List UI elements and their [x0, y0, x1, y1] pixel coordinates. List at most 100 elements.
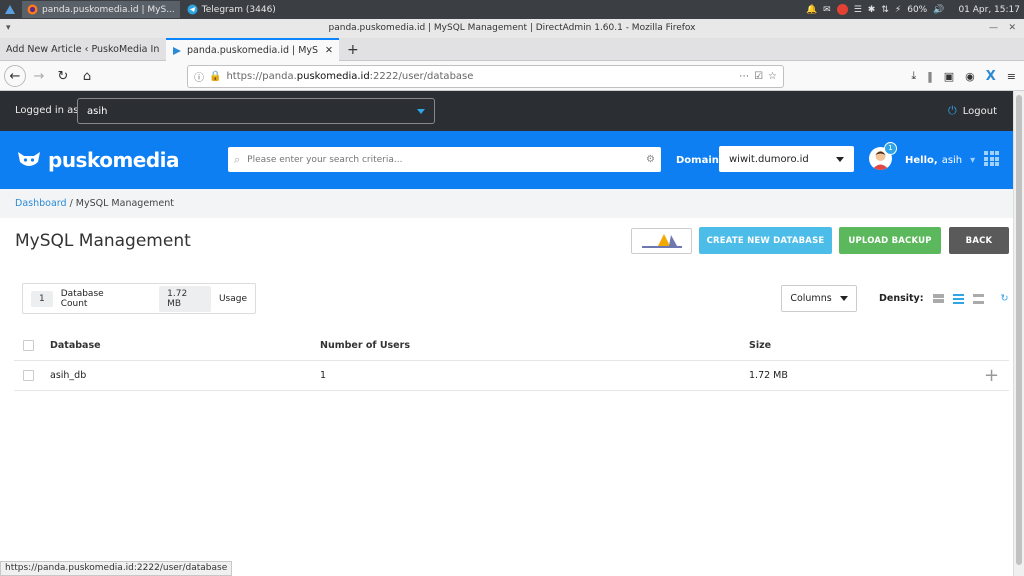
row-checkbox[interactable]: [23, 370, 34, 381]
bell-icon[interactable]: 🔔: [806, 5, 817, 15]
back-button[interactable]: BACK: [949, 227, 1009, 254]
database-count-label: Database Count: [60, 288, 104, 309]
database-count-value: 1: [31, 290, 53, 307]
logged-in-label: Logged in as: [15, 105, 79, 116]
taskbar-firefox[interactable]: panda.puskomedia.id | MyS...: [22, 1, 180, 18]
taskbar-clock[interactable]: 01 Apr, 15:17: [958, 5, 1020, 15]
logout-label: Logout: [962, 105, 997, 117]
window-titlebar: ▾ panda.puskomedia.id | MySQL Management…: [0, 19, 1024, 38]
reload-icon[interactable]: ↻: [52, 65, 74, 87]
home-icon[interactable]: ⌂: [76, 65, 98, 87]
tab-mysql-management[interactable]: panda.puskomedia.id | MyS ✕: [166, 38, 339, 61]
apps-grid-icon[interactable]: [984, 151, 999, 166]
breadcrumb: Dashboard / MySQL Management: [0, 189, 1013, 218]
create-database-button[interactable]: CREATE NEW DATABASE: [699, 227, 832, 254]
upload-backup-button[interactable]: UPLOAD BACKUP: [839, 227, 941, 254]
url-bar[interactable]: ⓘ 🔒 https://panda.puskomedia.id:2222/use…: [187, 65, 784, 88]
pocket-icon[interactable]: ☑: [754, 71, 763, 82]
os-taskbar: panda.puskomedia.id | MyS... Telegram (3…: [0, 0, 1024, 19]
library-icon[interactable]: ‖: [927, 70, 933, 83]
breadcrumb-current: MySQL Management: [75, 198, 175, 209]
column-header-database[interactable]: Database: [50, 340, 320, 351]
usage-value: 1.72 MB: [159, 285, 211, 312]
search-icon: ⌕: [234, 152, 241, 166]
density-normal-icon[interactable]: [952, 293, 964, 304]
columns-button[interactable]: Columns: [781, 285, 857, 312]
logout-button[interactable]: ⏻ Logout: [948, 91, 997, 131]
telegram-icon: [187, 4, 198, 15]
phpmyadmin-button[interactable]: [631, 228, 692, 254]
domain-select[interactable]: wiwit.dumoro.id: [719, 146, 854, 172]
tab-add-new-article[interactable]: Add New Article ‹ PuskoMedia In: [0, 38, 166, 61]
bluetooth-icon[interactable]: ✱: [868, 5, 876, 15]
column-header-size[interactable]: Size: [749, 340, 979, 351]
brand-logo[interactable]: puskomedia: [16, 148, 180, 172]
bookmark-star-icon[interactable]: ☆: [768, 71, 777, 82]
domain-select-value: wiwit.dumoro.id: [729, 153, 809, 165]
minimize-icon[interactable]: —: [989, 19, 998, 38]
account-icon[interactable]: ◉: [965, 70, 975, 83]
battery-level[interactable]: 60%: [907, 5, 927, 15]
tab-label: panda.puskomedia.id | MyS: [187, 45, 319, 56]
start-menu-icon[interactable]: [0, 0, 20, 19]
search-input[interactable]: [247, 154, 640, 165]
firefox-icon: [27, 4, 38, 15]
vertical-scrollbar[interactable]: [1013, 91, 1024, 576]
notification-badge[interactable]: 1: [884, 142, 897, 155]
brand-name: puskomedia: [48, 148, 180, 172]
search-settings-icon[interactable]: ⚙: [646, 154, 655, 165]
tab-close-icon[interactable]: ✕: [325, 45, 333, 56]
usage-label: Usage: [218, 293, 247, 304]
mail-icon[interactable]: ✉: [823, 5, 831, 15]
clipboard-icon[interactable]: ☰: [854, 5, 862, 15]
taskbar-telegram[interactable]: Telegram (3446): [182, 1, 281, 18]
hello-prefix: Hello,: [905, 154, 938, 166]
url-text: https://panda.puskomedia.id:2222/user/da…: [226, 71, 474, 82]
refresh-icon[interactable]: ↻: [1001, 293, 1009, 304]
density-control: Density: ↻: [879, 285, 1009, 312]
status-url: https://panda.puskomedia.id:2222/user/da…: [0, 561, 233, 576]
network-icon[interactable]: ⇅: [881, 5, 889, 15]
brand-header: puskomedia ⌕ ⚙ Domain wiwit.dumoro.id 1 …: [0, 131, 1013, 189]
table-row[interactable]: asih_db 1 1.72 MB +: [14, 361, 1009, 391]
search-box[interactable]: ⌕ ⚙: [228, 147, 661, 172]
system-tray: 🔔 ✉ ☰ ✱ ⇅ ⚡ 60% 🔊 01 Apr, 15:17: [806, 0, 1020, 19]
new-tab-icon[interactable]: +: [341, 38, 361, 61]
expand-plus-icon[interactable]: +: [984, 365, 999, 386]
page-actions-icon[interactable]: ⋯: [739, 71, 749, 82]
volume-icon[interactable]: 🔊: [933, 5, 944, 15]
window-title: panda.puskomedia.id | MySQL Management |…: [328, 23, 696, 33]
density-compact-icon[interactable]: [932, 293, 944, 304]
info-icon[interactable]: ⓘ: [194, 69, 204, 84]
chevron-down-icon: [836, 156, 844, 162]
chevron-down-icon: ▾: [970, 154, 976, 166]
select-all-checkbox[interactable]: [23, 340, 34, 351]
user-select[interactable]: asih: [77, 98, 435, 124]
phpmyadmin-logo-icon: [641, 234, 682, 248]
sidebar-icon[interactable]: ▣: [944, 70, 954, 83]
forward-arrow-icon[interactable]: →: [28, 65, 50, 87]
breadcrumb-dashboard-link[interactable]: Dashboard: [15, 198, 67, 209]
cell-database[interactable]: asih_db: [50, 370, 320, 381]
power-icon[interactable]: ⚡: [895, 5, 901, 15]
extension-x-icon[interactable]: X: [986, 69, 996, 84]
downloads-icon[interactable]: ⤓: [911, 69, 916, 83]
user-menu[interactable]: Hello, asih ▾: [905, 131, 975, 189]
window-menu-icon[interactable]: ▾: [6, 19, 11, 38]
columns-label: Columns: [790, 293, 832, 304]
column-header-users[interactable]: Number of Users: [320, 340, 749, 351]
chrome-icon[interactable]: [836, 4, 848, 15]
hello-user: asih: [941, 154, 963, 166]
page-title: MySQL Management: [15, 231, 191, 251]
logo-cat-icon: [18, 152, 40, 166]
login-bar: Logged in as asih ⏻ Logout: [0, 91, 1013, 131]
close-window-icon[interactable]: ✕: [1008, 19, 1016, 38]
browser-tabstrip: Add New Article ‹ PuskoMedia In panda.pu…: [0, 38, 1024, 61]
taskbar-task-label: panda.puskomedia.id | MyS...: [42, 4, 175, 15]
back-arrow-icon[interactable]: ←: [4, 65, 26, 87]
power-icon: ⏻: [948, 104, 957, 117]
domain-label: Domain: [676, 154, 719, 166]
density-comfortable-icon[interactable]: [972, 293, 984, 304]
menu-hamburger-icon[interactable]: ≡: [1007, 70, 1016, 83]
breadcrumb-separator: /: [66, 198, 76, 209]
